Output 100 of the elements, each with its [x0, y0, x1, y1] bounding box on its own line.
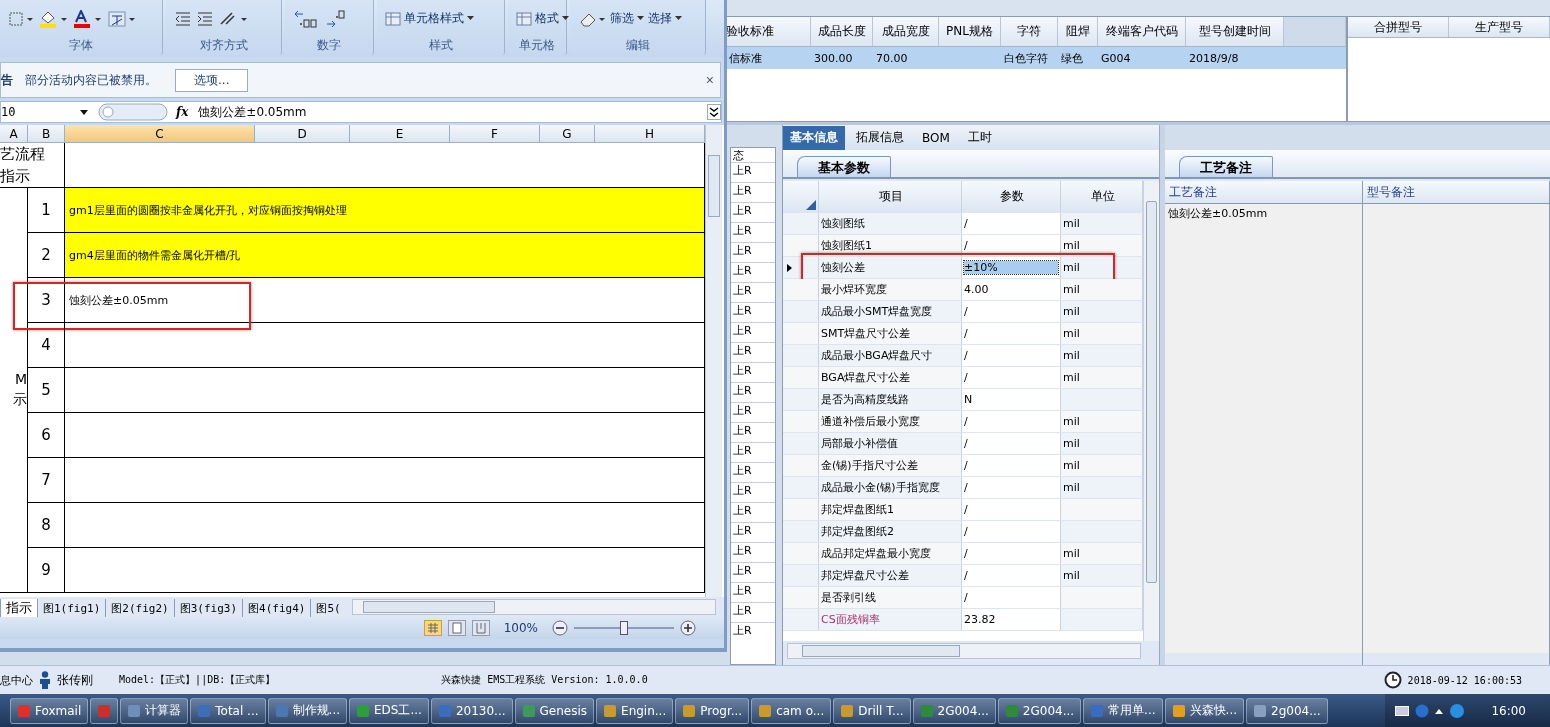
- table-cell[interactable]: /: [964, 525, 968, 538]
- ribbon-button[interactable]: 单元格样式: [385, 10, 474, 27]
- column-header[interactable]: 字符: [1001, 17, 1058, 46]
- column-header[interactable]: D: [255, 125, 350, 143]
- scrollbar[interactable]: [705, 125, 722, 597]
- font-color-icon[interactable]: [72, 9, 102, 28]
- increase-indent-icon[interactable]: [196, 10, 214, 27]
- page-break-icon[interactable]: [471, 620, 490, 636]
- zoom-level[interactable]: 100%: [503, 621, 538, 635]
- taskbar-button[interactable]: Progr...: [675, 697, 750, 724]
- table-cell[interactable]: /: [964, 415, 968, 428]
- list-cell: 上R: [731, 242, 775, 262]
- phonetic-icon[interactable]: [106, 9, 136, 28]
- column-header[interactable]: 终端客户代码: [1098, 17, 1186, 46]
- taskbar-button[interactable]: 兴森快...: [1164, 697, 1244, 724]
- taskbar-button[interactable]: 2g004...: [1246, 697, 1328, 724]
- highlighted-cell[interactable]: gm4层里面的物件需金属化开槽/孔: [65, 233, 705, 278]
- increase-decimal-icon[interactable]: [293, 8, 319, 29]
- table-cell: 成品最小金(锡)手指宽度: [821, 480, 940, 495]
- zoom-out-icon[interactable]: [552, 620, 568, 636]
- cell[interactable]: 蚀刻公差±0.05mm: [65, 278, 705, 323]
- cell[interactable]: [65, 503, 705, 548]
- column-header[interactable]: C: [65, 125, 255, 143]
- taskbar-button[interactable]: 2G004...: [912, 697, 996, 724]
- tab[interactable]: 拓展信息: [849, 125, 911, 150]
- zoom-in-icon[interactable]: [680, 620, 696, 636]
- ribbon-button[interactable]: 选择: [648, 10, 682, 27]
- scrollbar[interactable]: [787, 643, 1141, 659]
- tab[interactable]: 工时: [960, 125, 999, 150]
- cell[interactable]: [65, 548, 705, 593]
- tab[interactable]: 基本参数: [797, 156, 891, 177]
- column-header[interactable]: PNL规格: [939, 17, 1001, 46]
- ribbon-button[interactable]: 格式: [516, 10, 569, 27]
- taskbar-button[interactable]: 计算器: [120, 697, 189, 724]
- table-cell[interactable]: /: [964, 459, 968, 472]
- table-cell[interactable]: /: [964, 481, 968, 494]
- normal-view-icon[interactable]: [423, 620, 442, 636]
- column-header[interactable]: F: [450, 125, 540, 143]
- taskbar-button[interactable]: 20130...: [430, 697, 513, 724]
- column-header[interactable]: E: [350, 125, 450, 143]
- border-icon[interactable]: [8, 9, 34, 28]
- tab[interactable]: 工艺备注: [1179, 156, 1273, 177]
- taskbar-button[interactable]: Drill T...: [833, 697, 911, 724]
- taskbar-button[interactable]: Foxmail: [10, 697, 89, 724]
- column-header[interactable]: 参数: [962, 181, 1061, 212]
- table-cell[interactable]: ±10%: [964, 261, 1058, 274]
- table-cell[interactable]: /: [964, 305, 968, 318]
- taskbar-button[interactable]: [90, 697, 119, 724]
- column-header[interactable]: B: [28, 125, 65, 143]
- text-area[interactable]: 蚀刻公差±0.05mm: [1165, 204, 1362, 653]
- column-header[interactable]: 成品长度: [811, 17, 873, 46]
- table-cell[interactable]: /: [964, 327, 968, 340]
- sheet-tab[interactable]: 指示: [0, 599, 37, 617]
- table-row[interactable]: 信标准 300.00 70.00 白色字符 绿色 G004 2018/9/8: [726, 47, 1346, 69]
- column-header[interactable]: H: [595, 125, 705, 143]
- taskbar-button[interactable]: 2G004...: [997, 697, 1082, 724]
- table-cell[interactable]: /: [964, 503, 968, 516]
- taskbar-button[interactable]: EDS工...: [349, 697, 429, 724]
- scrollbar[interactable]: [351, 599, 716, 615]
- close-button[interactable]: ×: [699, 71, 720, 89]
- column-header[interactable]: G: [540, 125, 595, 143]
- cell[interactable]: [65, 413, 705, 458]
- taskbar-button[interactable]: 制作规...: [267, 697, 347, 724]
- table-cell[interactable]: N: [964, 393, 973, 406]
- page-layout-icon[interactable]: [447, 620, 466, 636]
- taskbar-button[interactable]: Genesis: [514, 697, 595, 724]
- taskbar-clock[interactable]: 16:00: [1491, 703, 1526, 718]
- table-cell[interactable]: /: [964, 591, 968, 604]
- column-header[interactable]: 项目: [819, 181, 962, 212]
- scrollbar[interactable]: [1143, 181, 1159, 641]
- cell[interactable]: [65, 458, 705, 503]
- cell[interactable]: [65, 368, 705, 413]
- table-cell[interactable]: /: [964, 371, 968, 384]
- column-header[interactable]: A: [0, 125, 28, 143]
- cell-text: 艺流程: [0, 144, 45, 165]
- table-cell[interactable]: /: [964, 239, 968, 252]
- table-cell[interactable]: /: [964, 349, 968, 362]
- taskbar-button[interactable]: Engin...: [596, 697, 674, 724]
- decrease-indent-icon[interactable]: [174, 10, 192, 27]
- cell[interactable]: [65, 323, 705, 368]
- taskbar-button[interactable]: cam o...: [751, 697, 832, 724]
- table-cell[interactable]: 4.00: [964, 283, 989, 296]
- column-header[interactable]: 成品宽度: [873, 17, 939, 46]
- taskbar-button[interactable]: Total ...: [190, 697, 266, 724]
- column-header[interactable]: 合拼型号: [1348, 17, 1449, 37]
- table-cell[interactable]: /: [964, 547, 968, 560]
- list-cell: 上R: [731, 482, 775, 502]
- tab[interactable]: 基本信息: [783, 125, 845, 150]
- tab[interactable]: BOM: [915, 125, 957, 150]
- table-cell[interactable]: /: [964, 437, 968, 450]
- fill-color-icon[interactable]: [38, 9, 68, 28]
- taskbar-button[interactable]: 常用单...: [1083, 697, 1163, 724]
- column-header[interactable]: 阻焊: [1058, 17, 1098, 46]
- table-cell[interactable]: /: [964, 569, 968, 582]
- highlighted-cell[interactable]: gm1层里面的圆圈按非金属化开孔，对应铜面按掏铜处理: [65, 188, 705, 233]
- ribbon-button[interactable]: 筛选: [610, 10, 644, 27]
- column-header[interactable]: 生产型号: [1449, 17, 1550, 37]
- table-cell[interactable]: /: [964, 217, 968, 230]
- column-header: 态: [732, 148, 745, 162]
- options-button[interactable]: 选项...: [175, 68, 249, 92]
